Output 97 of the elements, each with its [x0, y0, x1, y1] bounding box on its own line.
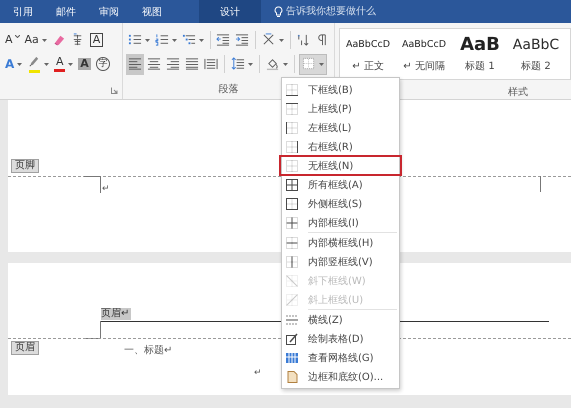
caret-icon: [68, 62, 74, 66]
tell-me-field[interactable]: 告诉我你想要做什么: [286, 6, 436, 17]
dialog-launcher-icon[interactable]: [111, 87, 118, 94]
border-icon: [285, 216, 299, 230]
border-icon: [285, 178, 299, 192]
ribbon-tab[interactable]: 邮件: [45, 0, 87, 23]
heading-text: 一、标题↵: [124, 344, 172, 357]
align-left-button[interactable]: [126, 54, 144, 74]
justify-icon: [185, 57, 199, 71]
group-label: 样式: [508, 86, 528, 99]
borders-icon: [302, 57, 316, 71]
ribbon-tab[interactable]: 视图: [131, 0, 173, 23]
menu-item[interactable]: 边框和底纹(O)...: [282, 367, 399, 386]
character-shading-label: A: [78, 58, 91, 70]
line-spacing-icon: [231, 57, 245, 71]
font-button[interactable]: A: [3, 54, 24, 74]
menu-item[interactable]: 右框线(R): [282, 137, 399, 156]
text-effects-label: A: [5, 58, 14, 70]
border-icon: [285, 82, 299, 96]
paragraph-mark: ↵: [102, 184, 110, 194]
menu-item[interactable]: 所有框线(A): [282, 175, 399, 194]
margin-mark: [540, 176, 542, 192]
font-button[interactable]: A: [88, 30, 106, 50]
header-text: 页眉↵: [101, 308, 132, 320]
margin-mark: [84, 176, 101, 193]
enclose-character-label: 字: [96, 57, 110, 71]
border-icon: [285, 196, 299, 210]
font-button[interactable]: A: [52, 54, 76, 74]
borders-button[interactable]: [299, 54, 327, 74]
border-icon: [285, 312, 299, 326]
distributed-icon: [204, 57, 218, 71]
border-icon: [285, 370, 299, 384]
asian-layout-icon: [262, 33, 276, 47]
caret-icon: [248, 62, 253, 66]
border-icon: [285, 350, 299, 364]
clear-format-icon: [52, 33, 66, 47]
character-border-label: A: [90, 33, 104, 47]
paragraph-mark: ↵: [254, 368, 262, 378]
menu-item[interactable]: 横线(Z): [282, 310, 399, 329]
border-icon: [285, 254, 299, 268]
style-option[interactable]: AaBbCcD ↵ 无间隔: [396, 29, 452, 79]
font-button[interactable]: Aa: [22, 30, 49, 50]
caret-icon: [145, 38, 150, 42]
border-icon: [285, 274, 299, 288]
menu-item[interactable]: 上框线(P): [282, 99, 399, 118]
border-icon: [285, 332, 299, 346]
align-center-icon: [147, 57, 161, 71]
menu-item[interactable]: 绘制表格(D): [282, 329, 399, 348]
ribbon-tab[interactable]: 引用: [2, 0, 44, 23]
sort-icon: [296, 33, 310, 47]
border-icon: [285, 102, 299, 116]
caret-icon: [319, 62, 324, 66]
menu-item[interactable]: 查看网格线(G): [282, 348, 399, 367]
menu-item[interactable]: 内部横框线(H): [282, 233, 399, 252]
border-icon: [285, 292, 299, 306]
shrink-icon: [14, 34, 20, 38]
shading-icon: [266, 57, 280, 71]
increase-indent-icon: [235, 33, 250, 47]
shrink-font-label: A: [5, 34, 13, 46]
caret-icon: [17, 62, 22, 66]
menu-item[interactable]: 下框线(B): [282, 80, 399, 99]
menu-item[interactable]: 左框线(L): [282, 118, 399, 137]
caret-icon: [199, 38, 204, 42]
numbering-icon: [155, 33, 169, 47]
multilevel-icon: [182, 33, 196, 47]
menu-item[interactable]: 内部竖框线(V): [282, 252, 399, 271]
align-left-icon: [128, 57, 142, 71]
font-label: A: [56, 56, 64, 68]
border-icon: [285, 140, 299, 154]
caret-icon: [278, 38, 284, 42]
bullets-icon: [128, 33, 142, 47]
decrease-indent-icon: [216, 33, 230, 47]
caret-icon: [283, 62, 288, 66]
menu-item[interactable]: 无框线(N): [280, 156, 401, 175]
lightbulb-icon: [274, 6, 283, 18]
style-option[interactable]: AaBbC 标题 2: [508, 29, 564, 79]
font-button[interactable]: 字: [94, 54, 112, 74]
menu-item[interactable]: 内部框线(I): [282, 213, 399, 232]
align-right-icon: [166, 57, 180, 71]
ribbon-tab[interactable]: 设计: [199, 0, 261, 23]
margin-mark: [84, 321, 101, 339]
caret-icon: [44, 62, 50, 66]
font-button[interactable]: A: [3, 30, 22, 50]
border-icon: [285, 158, 299, 172]
header-tag: 页眉: [11, 341, 39, 355]
ribbon-tab[interactable]: 审阅: [88, 0, 130, 23]
menu-item[interactable]: 外侧框线(S): [282, 194, 399, 213]
caret-icon: [172, 38, 177, 42]
font-label: Aa: [24, 34, 39, 46]
footer-tag: 页脚: [11, 159, 39, 173]
style-option[interactable]: AaBbCcD ↵ 正文: [340, 29, 396, 79]
border-icon: [285, 120, 299, 134]
group-label: 段落: [218, 82, 238, 96]
caret-icon: [42, 38, 47, 42]
border-icon: [285, 236, 299, 250]
font-button[interactable]: A: [76, 54, 93, 74]
style-option[interactable]: AaB 标题 1: [452, 29, 508, 79]
